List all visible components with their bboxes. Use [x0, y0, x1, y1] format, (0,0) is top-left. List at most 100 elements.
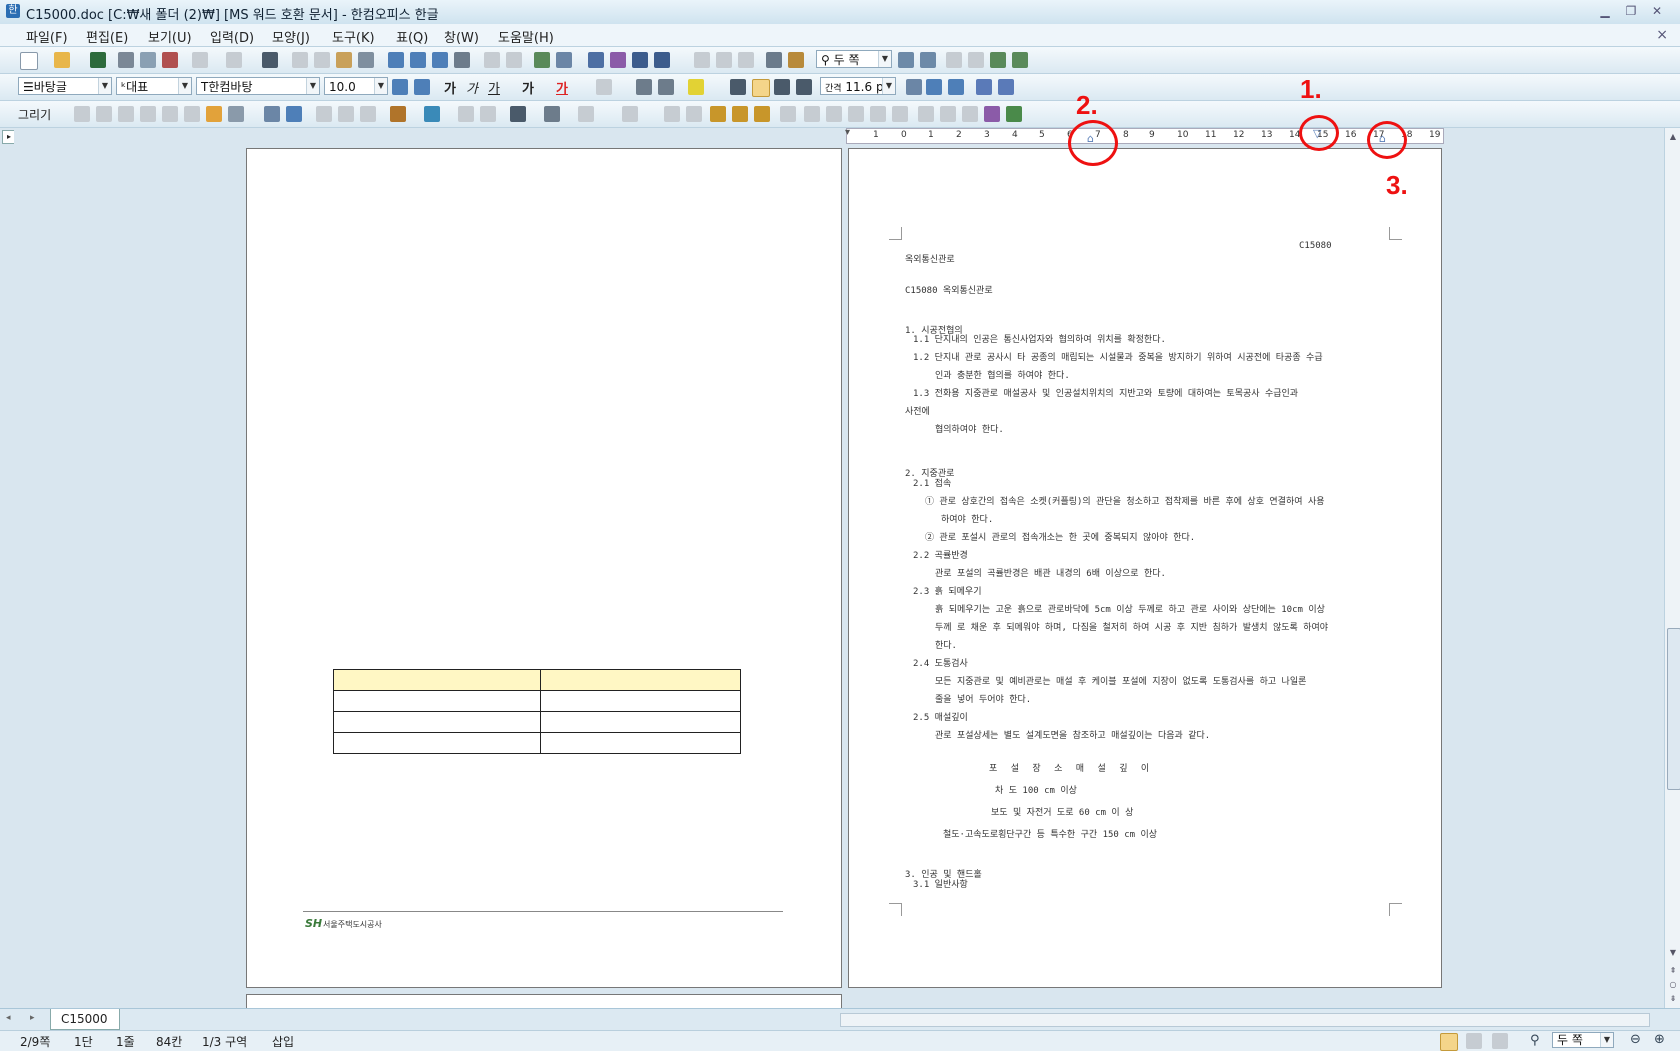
caption-icon[interactable] — [962, 106, 978, 122]
pen-tool-icon[interactable] — [206, 106, 222, 122]
table-cell[interactable] — [333, 732, 541, 754]
tab-scroll-left-icon[interactable]: ◂ — [6, 1013, 11, 1023]
strike-button[interactable]: 가 — [522, 78, 534, 97]
bookmark-icon[interactable] — [506, 52, 522, 68]
flip-horizontal-icon[interactable] — [826, 106, 842, 122]
page-view-icon[interactable] — [1492, 1033, 1508, 1049]
rotate-icon[interactable] — [622, 106, 638, 122]
flip-vertical-icon[interactable] — [848, 106, 864, 122]
formula-icon[interactable] — [632, 52, 648, 68]
menu-tools[interactable]: 도구(K) — [332, 27, 375, 46]
italic-button[interactable]: 가 — [466, 78, 478, 97]
symbol-icon[interactable] — [654, 52, 670, 68]
outline-view-icon[interactable] — [1466, 1033, 1482, 1049]
style-dropdown-icon[interactable]: ▼ — [98, 78, 111, 94]
menu-insert[interactable]: 입력(D) — [210, 27, 254, 46]
shadow-icon[interactable] — [458, 106, 474, 122]
ungroup-icon[interactable] — [360, 106, 376, 122]
copy-icon[interactable] — [314, 52, 330, 68]
line-spacing-dropdown-icon[interactable]: ▼ — [882, 78, 895, 94]
char-spacing-icon[interactable] — [636, 79, 652, 95]
table-cell[interactable] — [540, 732, 741, 754]
select-object-icon[interactable] — [316, 106, 332, 122]
arrow-style-icon[interactable] — [578, 106, 594, 122]
status-page[interactable]: 2/9쪽 — [20, 1033, 50, 1050]
char-border-icon[interactable] — [596, 79, 612, 95]
fit-width-icon[interactable] — [946, 52, 962, 68]
table-cell[interactable] — [333, 669, 541, 691]
save-icon[interactable] — [90, 52, 106, 68]
line-tool-icon[interactable] — [74, 106, 90, 122]
insert-chart-icon[interactable] — [588, 52, 604, 68]
zoom-dropdown-icon[interactable]: ▼ — [878, 51, 891, 67]
font-color-button[interactable]: 가 — [556, 78, 568, 97]
left-margin-marker[interactable]: ▾ — [845, 127, 850, 138]
crop-icon[interactable] — [892, 106, 908, 122]
normal-view-icon[interactable] — [1440, 1033, 1458, 1051]
textbox-tool-icon[interactable] — [264, 106, 280, 122]
ebook-icon[interactable] — [788, 52, 804, 68]
insert-picture-icon[interactable] — [534, 52, 550, 68]
char-shape-icon[interactable] — [432, 52, 448, 68]
table-cell[interactable] — [333, 690, 541, 712]
select-browse-icon[interactable]: ○ — [1667, 980, 1679, 992]
play-icon[interactable] — [870, 106, 886, 122]
scroll-thumb[interactable] — [1667, 628, 1680, 790]
align-left-icon[interactable] — [752, 79, 770, 97]
distribute-icon[interactable] — [804, 106, 820, 122]
full-screen-icon[interactable] — [990, 52, 1006, 68]
scroll-down-icon[interactable]: ▼ — [1667, 948, 1679, 960]
status-zoom-combo[interactable]: 두 쪽 ▼ — [1552, 1032, 1614, 1048]
polygon-tool-icon[interactable] — [162, 106, 178, 122]
numbering-icon[interactable] — [976, 79, 992, 95]
font-dropdown-icon[interactable]: ▼ — [306, 78, 319, 94]
align-objects-icon[interactable] — [780, 106, 796, 122]
3d-icon[interactable] — [480, 106, 496, 122]
status-zoom-dropdown-icon[interactable]: ▼ — [1600, 1033, 1613, 1047]
view-options-icon[interactable] — [1012, 52, 1028, 68]
paragraph-shape-icon[interactable] — [410, 52, 426, 68]
table-cell[interactable] — [540, 711, 741, 733]
line-spacing-combo[interactable]: 간격 11.6 pt ▼ — [820, 77, 896, 95]
ellipse-tool-icon[interactable] — [118, 106, 134, 122]
zoom-magnifier-icon[interactable]: ⚲ — [1530, 1033, 1540, 1048]
menu-view[interactable]: 보기(U) — [148, 27, 192, 46]
presentation-icon[interactable] — [766, 52, 782, 68]
indent-decrease-icon[interactable] — [948, 79, 964, 95]
print-icon[interactable] — [118, 52, 134, 68]
page-layout-icon[interactable] — [694, 52, 710, 68]
redo-icon[interactable] — [226, 52, 242, 68]
justify-icon[interactable] — [730, 79, 746, 95]
style-combo[interactable]: ☰바탕글 ▼ — [18, 77, 112, 95]
horizontal-scrollbar[interactable] — [840, 1013, 1650, 1027]
fill-color-icon[interactable] — [424, 106, 440, 122]
table-cell[interactable] — [333, 711, 541, 733]
document-tab[interactable]: C15000 — [50, 1009, 120, 1030]
page-border-icon[interactable] — [738, 52, 754, 68]
tab-scroll-right-icon[interactable]: ▸ — [30, 1013, 35, 1023]
table-cell[interactable] — [540, 669, 741, 691]
menu-window[interactable]: 창(W) — [444, 27, 479, 46]
insert-graph-icon[interactable] — [610, 52, 626, 68]
cut-icon[interactable] — [292, 52, 308, 68]
vertical-scrollbar[interactable]: ▲ ▼ ⇞ ○ ⇟ — [1664, 128, 1680, 1008]
table-cell[interactable] — [540, 690, 741, 712]
hwp-app-icon[interactable]: 한 — [6, 4, 20, 18]
line-spacing-up-icon[interactable] — [906, 79, 922, 95]
save-pdf-icon[interactable] — [162, 52, 178, 68]
prev-page-icon[interactable]: ⇞ — [1667, 966, 1679, 978]
bold-button[interactable]: 가 — [444, 78, 456, 97]
object-properties-icon[interactable] — [940, 106, 956, 122]
print-preview-icon[interactable] — [140, 52, 156, 68]
font-size-combo[interactable]: 10.0 ▼ — [324, 77, 388, 95]
indent-increase-icon[interactable] — [926, 79, 942, 95]
wordart-fill-icon[interactable] — [754, 106, 770, 122]
hyperlink-icon[interactable] — [484, 52, 500, 68]
minimize-button[interactable]: ▁ — [1596, 4, 1614, 18]
menu-table[interactable]: 표(Q) — [396, 27, 428, 46]
multi-page-icon[interactable] — [716, 52, 732, 68]
font-combo[interactable]: T한컴바탕 ▼ — [196, 77, 320, 95]
language-dropdown-icon[interactable]: ▼ — [178, 78, 191, 94]
rectangle-tool-icon[interactable] — [96, 106, 112, 122]
scroll-up-icon[interactable]: ▲ — [1667, 132, 1679, 144]
